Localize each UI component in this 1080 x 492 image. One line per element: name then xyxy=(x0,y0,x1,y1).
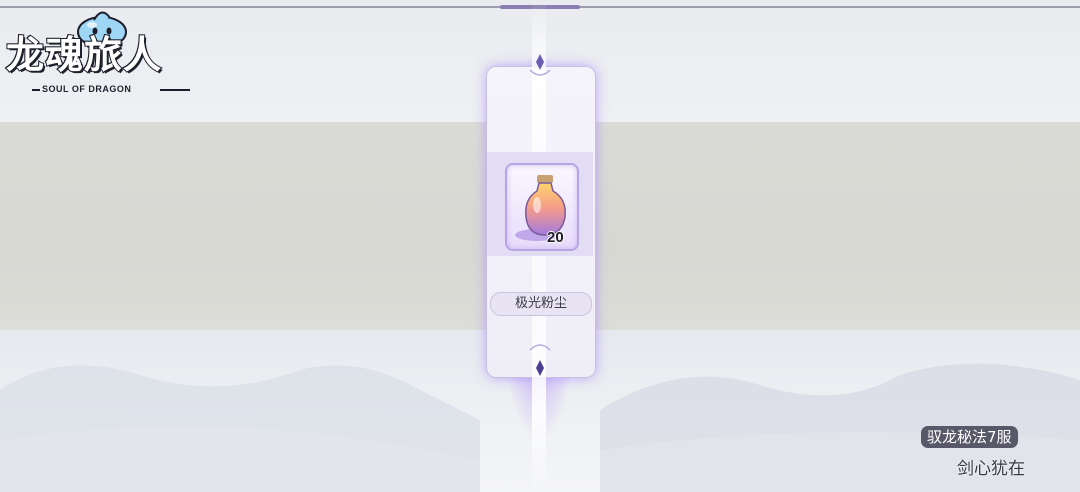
reward-item-slot[interactable] xyxy=(505,163,579,251)
logo-divider-left xyxy=(32,89,40,91)
game-logo: 龙魂旅人 SOUL OF DRAGON xyxy=(5,4,232,96)
potion-bottle-icon xyxy=(515,175,566,241)
item-quantity: 20 xyxy=(547,229,564,246)
item-name-label: 极光粉尘 xyxy=(490,292,592,316)
logo-subtitle: SOUL OF DRAGON xyxy=(42,84,132,94)
server-name-badge: 驭龙秘法7服 xyxy=(921,426,1018,448)
character-name: 剑心犹在 xyxy=(957,459,1025,479)
card-bottom-ornament-icon xyxy=(529,344,551,376)
logo-title: 龙魂旅人 xyxy=(5,32,163,78)
logo-divider-right xyxy=(160,89,190,91)
card-top-ornament-icon xyxy=(529,54,551,76)
